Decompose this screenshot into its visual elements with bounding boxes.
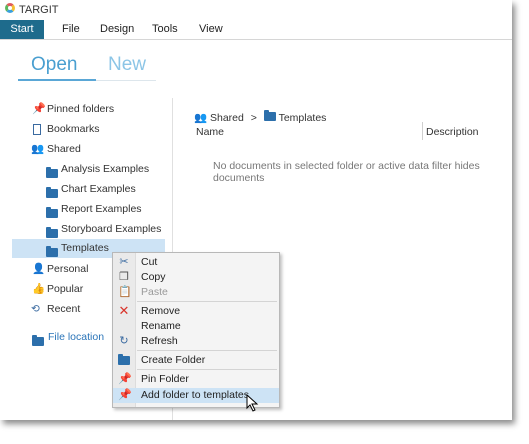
nav-folder-chart-examples[interactable]: Chart Examples bbox=[0, 180, 172, 199]
nav-shared[interactable]: 👥 Shared bbox=[0, 140, 172, 159]
folder-open-icon bbox=[32, 334, 44, 346]
folder-label: Templates bbox=[61, 242, 109, 254]
folder-icon bbox=[46, 186, 58, 198]
ctx-separator bbox=[137, 301, 277, 302]
nav-pinned-label: Pinned folders bbox=[47, 103, 115, 115]
users-icon: 👥 bbox=[31, 143, 45, 155]
ctx-cut[interactable]: ✂ Cut bbox=[113, 255, 279, 270]
folder-icon bbox=[46, 206, 58, 218]
user-icon: 👤 bbox=[32, 263, 46, 275]
refresh-icon: ↻ bbox=[119, 335, 129, 347]
ctx-separator bbox=[137, 369, 277, 370]
tab-new[interactable]: New bbox=[108, 54, 146, 76]
bookmark-icon bbox=[33, 124, 41, 135]
tab-divider bbox=[96, 80, 156, 81]
menu-view[interactable]: View bbox=[199, 23, 223, 35]
ctx-cut-label: Cut bbox=[141, 256, 158, 268]
ctx-paste-label: Paste bbox=[141, 286, 168, 298]
nav-folder-storyboard-examples[interactable]: Storyboard Examples bbox=[0, 220, 172, 239]
ctx-pin-folder[interactable]: 📌 Pin Folder bbox=[113, 372, 279, 387]
nav-folder-analysis-examples[interactable]: Analysis Examples bbox=[0, 160, 172, 179]
copy-icon: ❐ bbox=[119, 271, 129, 283]
breadcrumb-templates[interactable]: Templates bbox=[279, 112, 327, 124]
ctx-copy-label: Copy bbox=[141, 271, 166, 283]
remove-x-icon: ✕ bbox=[118, 303, 130, 318]
folder-label: Chart Examples bbox=[61, 183, 136, 195]
column-divider[interactable] bbox=[422, 122, 423, 140]
breadcrumb-separator: > bbox=[250, 112, 257, 124]
menu-start[interactable]: Start bbox=[0, 20, 44, 39]
ctx-rename[interactable]: Rename bbox=[113, 319, 279, 334]
ctx-pin-folder-label: Pin Folder bbox=[141, 373, 189, 385]
folder-label: Report Examples bbox=[61, 203, 142, 215]
folder-icon bbox=[46, 245, 58, 257]
menu-tools[interactable]: Tools bbox=[152, 23, 178, 35]
ctx-create-folder[interactable]: Create Folder bbox=[113, 353, 279, 368]
ctx-copy[interactable]: ❐ Copy bbox=[113, 270, 279, 285]
breadcrumb: 👥 Shared > Templates bbox=[194, 110, 327, 124]
scissors-icon: ✂ bbox=[119, 256, 129, 268]
ctx-separator bbox=[137, 350, 277, 351]
breadcrumb-shared[interactable]: Shared bbox=[210, 112, 244, 124]
folder-label: Storyboard Examples bbox=[61, 223, 162, 235]
menu-bar: Start File Design Tools View bbox=[0, 20, 512, 40]
pin-icon: 📌 bbox=[32, 103, 46, 115]
folder-icon bbox=[46, 226, 58, 238]
app-title: TARGIT bbox=[19, 4, 59, 16]
ctx-refresh[interactable]: ↻ Refresh bbox=[113, 334, 279, 349]
folder-icon bbox=[263, 110, 276, 124]
nav-folder-report-examples[interactable]: Report Examples bbox=[0, 200, 172, 219]
tab-active-indicator bbox=[18, 79, 96, 81]
nav-file-location-label: File location bbox=[48, 331, 105, 343]
pin-icon: 📌 bbox=[118, 373, 132, 385]
mouse-cursor-icon bbox=[246, 394, 259, 412]
empty-state-message: No documents in selected folder or activ… bbox=[213, 160, 480, 184]
pin-icon: 📌 bbox=[118, 389, 132, 401]
menu-design[interactable]: Design bbox=[100, 23, 134, 35]
nav-shared-label: Shared bbox=[47, 143, 81, 155]
ctx-paste[interactable]: 📋 Paste bbox=[113, 285, 279, 300]
ctx-refresh-label: Refresh bbox=[141, 335, 178, 347]
nav-bookmarks-label: Bookmarks bbox=[47, 123, 100, 135]
folder-label: Analysis Examples bbox=[61, 163, 150, 175]
folder-icon bbox=[46, 166, 58, 178]
column-header-description[interactable]: Description bbox=[426, 126, 479, 138]
ctx-create-folder-label: Create Folder bbox=[141, 354, 206, 366]
ctx-add-to-templates-label: Add folder to templates bbox=[141, 389, 249, 401]
nav-popular-label: Popular bbox=[47, 283, 84, 295]
nav-personal-label: Personal bbox=[47, 263, 89, 275]
users-icon: 👥 bbox=[194, 112, 208, 124]
title-bar: TARGIT bbox=[0, 0, 512, 20]
popular-icon: 👍 bbox=[32, 283, 46, 295]
tab-open[interactable]: Open bbox=[31, 54, 77, 76]
ctx-rename-label: Rename bbox=[141, 320, 181, 332]
targit-logo-icon bbox=[5, 3, 15, 13]
menu-file[interactable]: File bbox=[62, 23, 80, 35]
paste-icon: 📋 bbox=[118, 286, 132, 298]
nav-recent-label: Recent bbox=[47, 303, 81, 315]
ctx-remove-label: Remove bbox=[141, 305, 181, 317]
nav-pinned-folders[interactable]: 📌 Pinned folders bbox=[0, 100, 172, 119]
history-icon: ⟲ bbox=[31, 303, 40, 315]
folder-open-icon bbox=[118, 354, 130, 368]
nav-bookmarks[interactable]: Bookmarks bbox=[0, 120, 172, 139]
column-header-name[interactable]: Name bbox=[196, 126, 224, 138]
context-menu: ✂ Cut ❐ Copy 📋 Paste ✕ Remove Rename ↻ R… bbox=[112, 252, 280, 408]
app-window: TARGIT Start File Design Tools View Open… bbox=[0, 0, 512, 420]
ctx-remove[interactable]: ✕ Remove bbox=[113, 304, 279, 319]
